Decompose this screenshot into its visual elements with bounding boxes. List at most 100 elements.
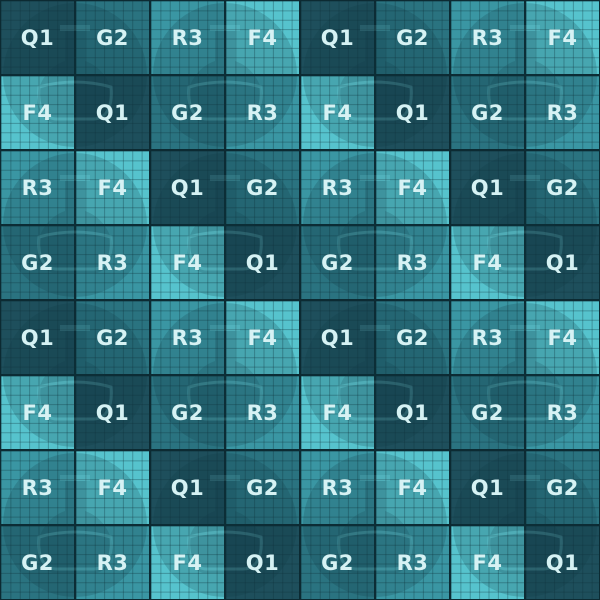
tile-f4[interactable]: F4 [450, 225, 525, 300]
tile-label: G2 [96, 25, 129, 50]
tile-f4[interactable]: F4 [375, 450, 450, 525]
tile-q1[interactable]: Q1 [525, 525, 600, 600]
tile-f4[interactable]: F4 [375, 150, 450, 225]
tile-label: Q1 [545, 250, 580, 275]
tile-label: F4 [547, 25, 578, 50]
tile-q1[interactable]: Q1 [225, 225, 300, 300]
tile-label: R3 [171, 25, 204, 50]
tile-f4[interactable]: F4 [0, 375, 75, 450]
tile-q1[interactable]: Q1 [300, 0, 375, 75]
tile-g2[interactable]: G2 [0, 525, 75, 600]
tile-r3[interactable]: R3 [375, 225, 450, 300]
tile-label: Q1 [95, 400, 130, 425]
tile-q1[interactable]: Q1 [150, 450, 225, 525]
tile-label: F4 [172, 250, 203, 275]
tile-f4[interactable]: F4 [225, 0, 300, 75]
tile-f4[interactable]: F4 [150, 225, 225, 300]
tile-r3[interactable]: R3 [75, 225, 150, 300]
tile-f4[interactable]: F4 [225, 300, 300, 375]
tile-label: F4 [322, 100, 353, 125]
tile-label: G2 [171, 400, 204, 425]
tile-label: F4 [97, 475, 128, 500]
tile-f4[interactable]: F4 [150, 525, 225, 600]
tile-label: F4 [22, 400, 53, 425]
tile-g2[interactable]: G2 [225, 450, 300, 525]
tile-r3[interactable]: R3 [225, 75, 300, 150]
tile-label: F4 [247, 325, 278, 350]
tile-r3[interactable]: R3 [525, 75, 600, 150]
tile-r3[interactable]: R3 [450, 0, 525, 75]
tile-r3[interactable]: R3 [0, 150, 75, 225]
tile-g2[interactable]: G2 [0, 225, 75, 300]
tile-label: G2 [21, 550, 54, 575]
tile-q1[interactable]: Q1 [450, 150, 525, 225]
tile-label: R3 [321, 175, 354, 200]
tile-label: Q1 [20, 25, 55, 50]
tile-q1[interactable]: Q1 [375, 375, 450, 450]
tile-label: R3 [471, 325, 504, 350]
tile-r3[interactable]: R3 [375, 525, 450, 600]
tile-q1[interactable]: Q1 [150, 150, 225, 225]
tile-r3[interactable]: R3 [150, 0, 225, 75]
tile-f4[interactable]: F4 [75, 450, 150, 525]
tile-label: F4 [547, 325, 578, 350]
tile-r3[interactable]: R3 [525, 375, 600, 450]
tile-f4[interactable]: F4 [300, 375, 375, 450]
tile-label: G2 [21, 250, 54, 275]
tile-f4[interactable]: F4 [300, 75, 375, 150]
tile-q1[interactable]: Q1 [0, 0, 75, 75]
tile-f4[interactable]: F4 [525, 0, 600, 75]
tile-g2[interactable]: G2 [450, 375, 525, 450]
tile-g2[interactable]: G2 [75, 300, 150, 375]
tile-r3[interactable]: R3 [225, 375, 300, 450]
tile-g2[interactable]: G2 [75, 0, 150, 75]
tile-g2[interactable]: G2 [150, 75, 225, 150]
tile-r3[interactable]: R3 [300, 150, 375, 225]
tile-g2[interactable]: G2 [225, 150, 300, 225]
tile-label: F4 [97, 175, 128, 200]
tile-q1[interactable]: Q1 [525, 225, 600, 300]
tile-label: R3 [471, 25, 504, 50]
tile-f4[interactable]: F4 [0, 75, 75, 150]
tile-label: F4 [322, 400, 353, 425]
tile-label: G2 [321, 550, 354, 575]
tile-r3[interactable]: R3 [450, 300, 525, 375]
tile-label: Q1 [545, 550, 580, 575]
tile-f4[interactable]: F4 [525, 300, 600, 375]
tile-q1[interactable]: Q1 [450, 450, 525, 525]
tile-q1[interactable]: Q1 [225, 525, 300, 600]
tile-f4[interactable]: F4 [450, 525, 525, 600]
tile-r3[interactable]: R3 [0, 450, 75, 525]
tile-q1[interactable]: Q1 [75, 75, 150, 150]
tile-label: G2 [321, 250, 354, 275]
tile-g2[interactable]: G2 [300, 225, 375, 300]
tile-label: R3 [546, 400, 579, 425]
tile-g2[interactable]: G2 [525, 150, 600, 225]
tile-g2[interactable]: G2 [450, 75, 525, 150]
tile-g2[interactable]: G2 [150, 375, 225, 450]
tile-label: F4 [247, 25, 278, 50]
tile-label: G2 [396, 25, 429, 50]
tile-label: G2 [246, 475, 279, 500]
tile-f4[interactable]: F4 [75, 150, 150, 225]
tile-g2[interactable]: G2 [375, 300, 450, 375]
tile-label: R3 [246, 100, 279, 125]
tile-q1[interactable]: Q1 [375, 75, 450, 150]
tile-q1[interactable]: Q1 [0, 300, 75, 375]
tile-r3[interactable]: R3 [300, 450, 375, 525]
tile-label: F4 [22, 100, 53, 125]
tile-g2[interactable]: G2 [525, 450, 600, 525]
tile-label: F4 [172, 550, 203, 575]
tile-q1[interactable]: Q1 [75, 375, 150, 450]
tile-r3[interactable]: R3 [150, 300, 225, 375]
tile-label: G2 [471, 400, 504, 425]
tile-label: R3 [96, 250, 129, 275]
tile-g2[interactable]: G2 [300, 525, 375, 600]
tile-label: R3 [96, 550, 129, 575]
tile-r3[interactable]: R3 [75, 525, 150, 600]
tile-label: F4 [397, 475, 428, 500]
tile-label: G2 [546, 175, 579, 200]
tile-g2[interactable]: G2 [375, 0, 450, 75]
tile-label: Q1 [245, 250, 280, 275]
tile-q1[interactable]: Q1 [300, 300, 375, 375]
